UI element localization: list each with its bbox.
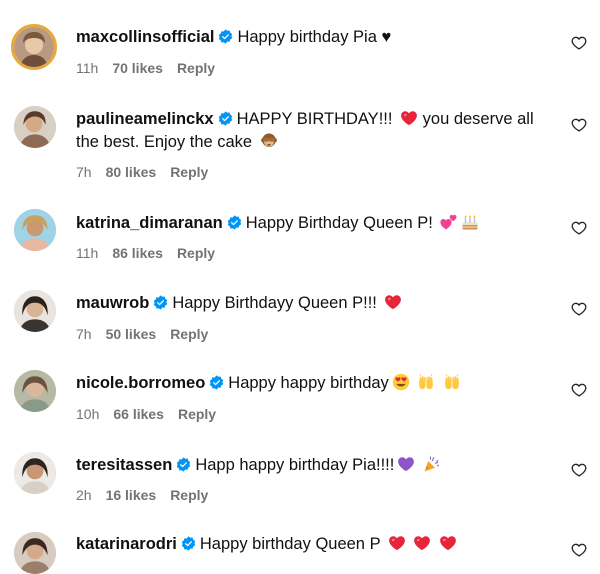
likes-count[interactable]: 16 likes bbox=[106, 487, 157, 503]
avatar[interactable] bbox=[14, 290, 56, 332]
verified-badge-icon bbox=[153, 295, 168, 310]
like-heart-icon[interactable] bbox=[571, 301, 587, 317]
reply-button[interactable]: Reply bbox=[177, 60, 215, 76]
birthday-cake-icon bbox=[461, 213, 479, 231]
heart-eyes-icon bbox=[392, 373, 410, 391]
avatar-photo bbox=[14, 290, 56, 332]
comment-text-line2: the best. Enjoy the cake bbox=[76, 133, 253, 151]
avatar[interactable] bbox=[14, 370, 56, 412]
avatar[interactable] bbox=[14, 452, 56, 494]
reply-button[interactable]: Reply bbox=[170, 487, 208, 503]
red-heart-icon bbox=[400, 109, 418, 127]
username[interactable]: katarinarodri bbox=[76, 535, 177, 553]
raising-hands-icon bbox=[417, 373, 435, 391]
purple-heart-icon bbox=[397, 455, 415, 473]
comment-meta: 7h 50 likes Reply bbox=[76, 326, 222, 342]
red-heart-icon bbox=[384, 293, 402, 311]
comment-body: nicole.borromeo Happy happy birthday bbox=[76, 372, 546, 395]
two-hearts-icon bbox=[440, 213, 458, 231]
avatar-photo bbox=[14, 106, 56, 148]
timestamp: 10h bbox=[76, 406, 100, 422]
comment-body: katarinarodri Happy birthday Queen P bbox=[76, 533, 546, 556]
comment-meta: 11h 86 likes Reply bbox=[76, 245, 229, 261]
avatar-photo bbox=[14, 209, 56, 251]
red-heart-icon bbox=[439, 534, 457, 552]
verified-badge-icon bbox=[176, 457, 191, 472]
timestamp: 11h bbox=[76, 60, 99, 76]
verified-badge-icon bbox=[227, 215, 242, 230]
comment-meta: 11h 70 likes Reply bbox=[76, 60, 229, 76]
likes-count[interactable]: 70 likes bbox=[112, 60, 163, 76]
comment-meta: 2h 16 likes Reply bbox=[76, 487, 222, 503]
like-heart-icon[interactable] bbox=[571, 220, 587, 236]
like-heart-icon[interactable] bbox=[571, 117, 587, 133]
avatar-photo bbox=[14, 27, 54, 67]
avatar[interactable] bbox=[14, 532, 56, 574]
username[interactable]: maxcollinsofficial bbox=[76, 28, 214, 46]
party-popper-icon bbox=[423, 455, 441, 473]
red-heart-icon bbox=[388, 534, 406, 552]
like-heart-icon[interactable] bbox=[571, 462, 587, 478]
comment-meta: 10h 66 likes Reply bbox=[76, 406, 230, 422]
avatar[interactable] bbox=[14, 106, 56, 148]
reply-button[interactable]: Reply bbox=[178, 406, 216, 422]
like-heart-icon[interactable] bbox=[571, 35, 587, 51]
verified-badge-icon bbox=[218, 111, 233, 126]
timestamp: 7h bbox=[76, 164, 92, 180]
reply-button[interactable]: Reply bbox=[177, 245, 215, 261]
username[interactable]: mauwrob bbox=[76, 294, 149, 312]
likes-count[interactable]: 80 likes bbox=[106, 164, 157, 180]
comment-body: maxcollinsofficial Happy birthday Pia ♥ bbox=[76, 26, 546, 49]
likes-count[interactable]: 86 likes bbox=[112, 245, 163, 261]
avatar-photo bbox=[14, 370, 56, 412]
comment-body: katrina_dimaranan Happy Birthday Queen P! bbox=[76, 212, 546, 235]
avatar-photo bbox=[14, 452, 56, 494]
comment-meta: 7h 80 likes Reply bbox=[76, 164, 222, 180]
username[interactable]: paulineamelinckx bbox=[76, 110, 214, 128]
avatar-photo bbox=[14, 532, 56, 574]
timestamp: 7h bbox=[76, 326, 92, 342]
verified-badge-icon bbox=[181, 536, 196, 551]
comment-text: Happy Birthdayy Queen P!!! bbox=[172, 294, 377, 312]
reply-button[interactable]: Reply bbox=[170, 326, 208, 342]
avatar[interactable] bbox=[14, 209, 56, 251]
comment-text: Happy Birthday Queen P! bbox=[245, 214, 433, 232]
username[interactable]: katrina_dimaranan bbox=[76, 214, 223, 232]
likes-count[interactable]: 50 likes bbox=[106, 326, 157, 342]
timestamp: 11h bbox=[76, 245, 99, 261]
comment-body: paulineamelinckx HAPPY BIRTHDAY!!! you de… bbox=[76, 108, 546, 154]
verified-badge-icon bbox=[218, 29, 233, 44]
like-heart-icon[interactable] bbox=[571, 382, 587, 398]
comment-text: Happy happy birthday bbox=[228, 374, 389, 392]
timestamp: 2h bbox=[76, 487, 92, 503]
comment-text: Happy birthday Queen P bbox=[199, 535, 381, 553]
comment-body: mauwrob Happy Birthdayy Queen P!!! bbox=[76, 292, 546, 315]
like-heart-icon[interactable] bbox=[571, 542, 587, 558]
see-no-evil-monkey-icon bbox=[260, 132, 278, 150]
red-heart-icon bbox=[413, 534, 431, 552]
username[interactable]: nicole.borromeo bbox=[76, 374, 205, 392]
comment-text: Happ happy birthday Pia!!!! bbox=[195, 456, 395, 474]
raising-hands-icon bbox=[443, 373, 461, 391]
likes-count[interactable]: 66 likes bbox=[113, 406, 164, 422]
reply-button[interactable]: Reply bbox=[170, 164, 208, 180]
avatar[interactable] bbox=[11, 24, 57, 70]
verified-badge-icon bbox=[209, 375, 224, 390]
comment-text: HAPPY BIRTHDAY!!! bbox=[236, 110, 393, 128]
username[interactable]: teresitassen bbox=[76, 456, 172, 474]
comment-text: Happy birthday Pia ♥ bbox=[237, 28, 392, 46]
comment-text-continued: you deserve all bbox=[422, 110, 534, 128]
comment-body: teresitassen Happ happy birthday Pia!!!! bbox=[76, 454, 546, 477]
